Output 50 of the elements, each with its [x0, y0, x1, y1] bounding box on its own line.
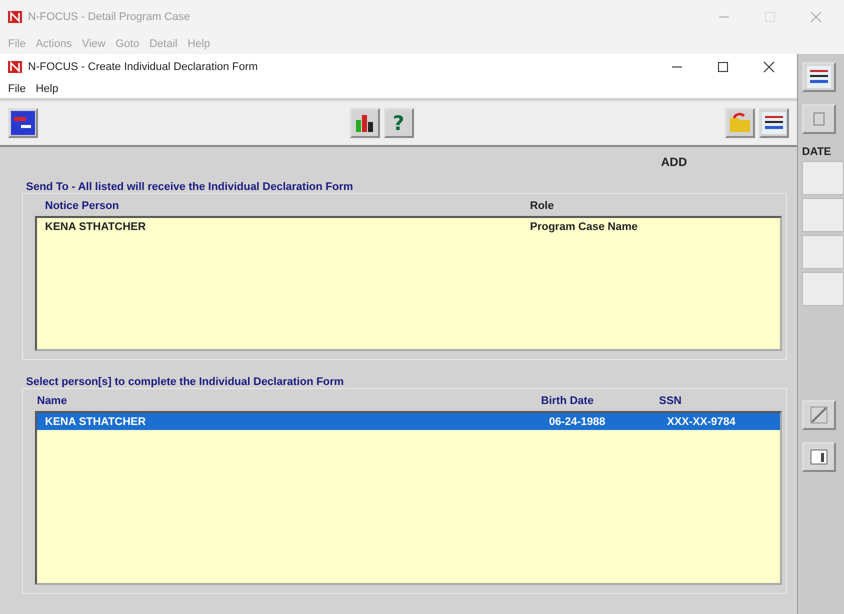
exit-icon	[11, 111, 35, 135]
app-logo-icon	[8, 11, 22, 23]
list-cell-text: KENA STHATCHER	[45, 220, 147, 232]
window-title: N-FOCUS - Create Individual Declaration Form	[28, 61, 259, 73]
edit-button[interactable]	[802, 400, 836, 430]
menu-item[interactable]: Help	[36, 83, 58, 95]
menu-item[interactable]: Goto	[115, 38, 140, 50]
list-cell-text: 06-24-1988	[549, 416, 606, 428]
group-title: Select person[s] to complete the Individual Declaration Form	[25, 375, 345, 388]
list-row[interactable]: KENA STHATCHER Program Case Name	[37, 218, 780, 235]
maximize-icon	[717, 61, 729, 73]
column-header: Role	[530, 200, 555, 212]
column-header: Birth Date	[541, 395, 595, 408]
app-logo-icon	[8, 61, 22, 73]
date-field	[802, 235, 844, 269]
menu-button[interactable]	[802, 62, 836, 92]
column-header: Notice Person	[45, 200, 120, 212]
list-cell-text: KENA STHATCHER	[45, 416, 147, 428]
menu-item[interactable]: Actions	[36, 38, 72, 50]
bar-chart-icon	[354, 112, 376, 134]
list-row[interactable]: KENA STHATCHER 06-24-1988 XXX-XX-9784	[37, 413, 780, 430]
column-header: DATE	[802, 146, 832, 158]
list-cell-text: Program Case Name	[530, 220, 639, 232]
menu-icon	[807, 66, 831, 88]
pencil-icon	[809, 405, 829, 425]
info-button[interactable]	[802, 442, 836, 472]
chart-button[interactable]	[350, 108, 380, 138]
menu-icon	[762, 112, 786, 134]
exit-button[interactable]	[8, 108, 38, 138]
open-folder-button[interactable]	[725, 108, 755, 138]
mode-label: ADD	[661, 155, 687, 171]
column-header: Name	[37, 395, 68, 408]
menu-item[interactable]: Detail	[149, 38, 178, 50]
folder-icon	[728, 112, 752, 134]
info-icon	[809, 447, 829, 467]
list-cell-text: XXX-XX-9784	[667, 416, 736, 428]
close-icon	[810, 11, 822, 23]
column-header: SSN	[659, 395, 683, 408]
menu-item[interactable]: File	[8, 38, 26, 50]
date-field	[802, 161, 844, 195]
date-field	[802, 198, 844, 232]
group-title: Send To - All listed will receive the Individual Declaration Form	[25, 180, 354, 193]
menu-item[interactable]: Help	[187, 38, 210, 50]
menu-item[interactable]: View	[82, 38, 106, 50]
date-field	[802, 272, 844, 306]
window-title: N-FOCUS - Detail Program Case	[28, 11, 191, 23]
menu-item[interactable]: File	[8, 83, 26, 95]
menu-button[interactable]	[759, 108, 789, 138]
close-icon	[763, 61, 775, 73]
help-button[interactable]: ?	[384, 108, 414, 138]
